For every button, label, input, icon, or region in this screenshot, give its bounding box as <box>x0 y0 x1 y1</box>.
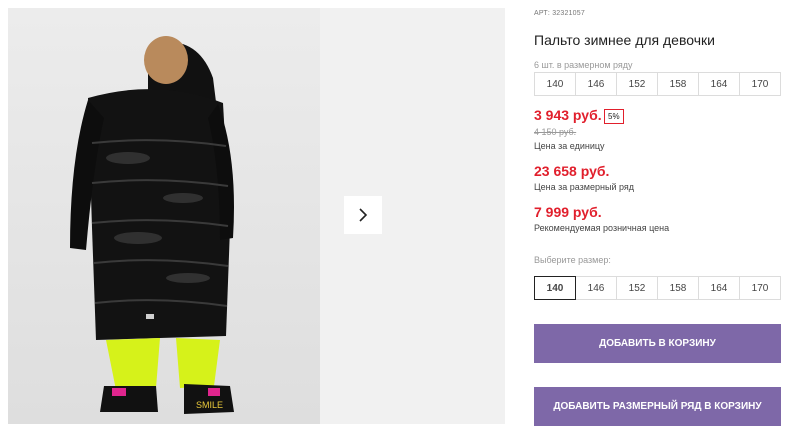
product-photo-image: SMILE <box>70 36 234 414</box>
svg-text:SMILE: SMILE <box>196 400 223 410</box>
product-info-panel: АРТ: 32321057 Пальто зимнее для девочки … <box>534 0 800 428</box>
size-row-cell: 170 <box>739 72 781 96</box>
unit-price-note: Цена за единицу <box>534 141 605 151</box>
add-to-cart-button[interactable]: Добавить в корзину <box>534 324 781 363</box>
row-price-note: Цена за размерный ряд <box>534 182 635 192</box>
row-price: 23 658 руб. <box>534 163 610 179</box>
size-row-cell: 140 <box>534 72 576 96</box>
size-option-selected[interactable]: 140 <box>534 276 576 300</box>
product-gallery: SMILE <box>0 0 505 428</box>
unit-price: 3 943 руб. <box>534 107 602 123</box>
product-title: Пальто зимнее для девочки <box>534 32 715 48</box>
gallery-next-button[interactable] <box>344 196 382 234</box>
chevron-right-icon <box>359 208 368 222</box>
size-option[interactable]: 146 <box>575 276 617 300</box>
size-row-cell: 158 <box>657 72 699 96</box>
article-number: АРТ: 32321057 <box>534 10 585 17</box>
size-option[interactable]: 158 <box>657 276 699 300</box>
size-picker: 140 146 152 158 164 170 <box>534 276 781 300</box>
old-price: 4 150 руб. <box>534 127 577 137</box>
size-row-list: 140 146 152 158 164 170 <box>534 72 781 96</box>
retail-price: 7 999 руб. <box>534 204 602 220</box>
size-row-cell: 146 <box>575 72 617 96</box>
size-row-note: 6 шт. в размерном ряду <box>534 60 633 70</box>
size-option[interactable]: 152 <box>616 276 658 300</box>
retail-price-note: Рекомендуемая розничная цена <box>534 223 670 233</box>
product-photo[interactable]: SMILE <box>8 8 320 424</box>
add-size-row-button[interactable]: Добавить размерный ряд в корзину <box>534 387 781 426</box>
size-picker-label: Выберите размер: <box>534 255 611 265</box>
size-row-cell: 164 <box>698 72 740 96</box>
size-option[interactable]: 170 <box>739 276 781 300</box>
size-row-cell: 152 <box>616 72 658 96</box>
discount-badge: 5% <box>604 109 624 124</box>
size-option[interactable]: 164 <box>698 276 740 300</box>
